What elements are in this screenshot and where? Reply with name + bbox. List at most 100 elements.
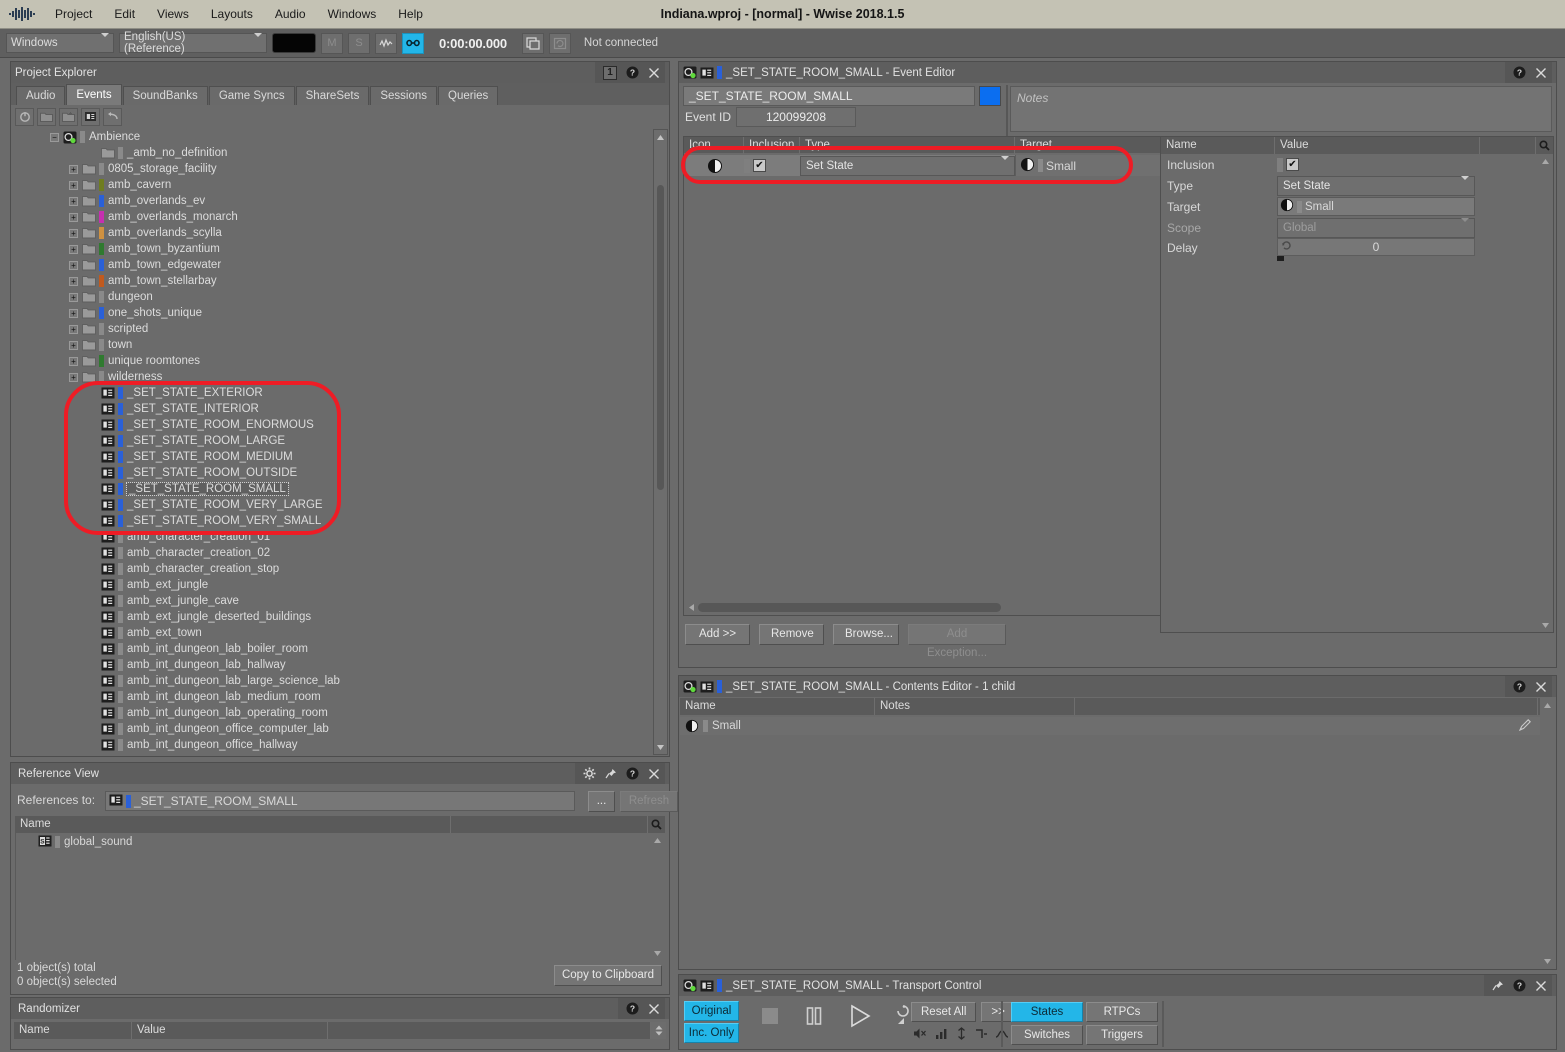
- scroll-down-icon[interactable]: [654, 740, 667, 754]
- tab-game-syncs[interactable]: Game Syncs: [208, 86, 295, 105]
- expand-icon[interactable]: +: [69, 244, 78, 254]
- tree-item[interactable]: + amb_town_edgewater: [12, 257, 652, 273]
- expand-icon[interactable]: +: [69, 212, 78, 222]
- volume-icon[interactable]: [935, 1027, 948, 1043]
- column-name[interactable]: Name: [680, 698, 875, 715]
- close-icon[interactable]: [648, 1003, 660, 1015]
- tree-item[interactable]: + amb_overlands_ev: [12, 193, 652, 209]
- menu-windows[interactable]: Windows: [317, 0, 388, 29]
- column-name[interactable]: Name: [14, 1022, 132, 1039]
- tree-item[interactable]: amb_ext_town: [12, 625, 652, 641]
- scrollbar-thumb[interactable]: [657, 185, 664, 490]
- help-icon[interactable]: ?: [626, 66, 639, 79]
- tree-item[interactable]: amb_ext_jungle_deserted_buildings: [12, 609, 652, 625]
- inclusion-checkbox[interactable]: ✔: [753, 159, 766, 172]
- scroll-up-icon[interactable]: [1540, 698, 1555, 712]
- help-icon[interactable]: ?: [626, 1002, 639, 1015]
- tree-item[interactable]: + wilderness: [12, 369, 652, 385]
- help-icon[interactable]: ?: [626, 767, 639, 780]
- new-event-icon[interactable]: [81, 107, 100, 126]
- hscrollbar-thumb[interactable]: [698, 603, 1001, 612]
- scroll-up-icon[interactable]: [654, 130, 667, 144]
- column-icon[interactable]: Icon: [684, 136, 744, 154]
- solo-button[interactable]: S: [348, 32, 370, 54]
- expand-icon[interactable]: +: [69, 292, 78, 302]
- pin-icon[interactable]: [1492, 980, 1504, 992]
- tree-item[interactable]: amb_int_dungeon_lab_large_science_lab: [12, 673, 652, 689]
- help-icon[interactable]: ?: [1513, 979, 1526, 992]
- mute-icon[interactable]: [913, 1027, 928, 1043]
- expand-icon[interactable]: +: [69, 372, 78, 382]
- tree-item[interactable]: amb_int_dungeon_lab_medium_room: [12, 689, 652, 705]
- action-type-dropdown[interactable]: Set State: [800, 155, 1015, 176]
- property-scrollbar[interactable]: [1538, 154, 1553, 632]
- project-explorer-badge[interactable]: 1: [603, 65, 617, 80]
- tab-queries[interactable]: Queries: [438, 86, 499, 105]
- tree-item[interactable]: amb_int_dungeon_lab_boiler_room: [12, 641, 652, 657]
- type-dropdown[interactable]: Set State: [1277, 175, 1475, 196]
- tree-item[interactable]: _SET_STATE_ROOM_ENORMOUS: [12, 417, 652, 433]
- property-row-type[interactable]: Type Set State: [1161, 175, 1553, 196]
- reset-all-button[interactable]: Reset All: [911, 1002, 977, 1022]
- expand-icon[interactable]: +: [69, 260, 78, 270]
- tree-item[interactable]: amb_character_creation_01: [12, 529, 652, 545]
- expand-icon[interactable]: +: [69, 356, 78, 366]
- menu-audio[interactable]: Audio: [264, 0, 317, 29]
- rtpcs-button[interactable]: RTPCs: [1086, 1002, 1158, 1022]
- play-icon[interactable]: [847, 1003, 873, 1032]
- expand-icon[interactable]: +: [69, 308, 78, 318]
- tree-item[interactable]: amb_int_dungeon_lab_hallway: [12, 657, 652, 673]
- tree-item[interactable]: _SET_STATE_EXTERIOR: [12, 385, 652, 401]
- tree-item[interactable]: + amb_town_byzantium: [12, 241, 652, 257]
- table-row[interactable]: Small: [680, 717, 1540, 735]
- tree-item[interactable]: +0805_storage_facility: [12, 161, 652, 177]
- sync-icon[interactable]: [548, 32, 571, 54]
- property-row-delay[interactable]: Delay 0: [1161, 238, 1553, 262]
- tree-item[interactable]: amb_character_creation_02: [12, 545, 652, 561]
- tree-item[interactable]: _SET_STATE_ROOM_LARGE: [12, 433, 652, 449]
- list-item[interactable]: S global_sound: [16, 833, 650, 851]
- tab-events[interactable]: Events: [66, 84, 122, 105]
- expand-icon[interactable]: +: [69, 340, 78, 350]
- property-row-target[interactable]: Target Small: [1161, 196, 1553, 217]
- expand-icon[interactable]: +: [69, 276, 78, 286]
- new-workunit-icon[interactable]: [59, 107, 78, 126]
- browse-references-button[interactable]: ...: [588, 791, 615, 812]
- tree-item[interactable]: + dungeon: [12, 289, 652, 305]
- tree-item[interactable]: _SET_STATE_ROOM_SMALL: [12, 481, 652, 497]
- triggers-button[interactable]: Triggers: [1086, 1025, 1158, 1045]
- tree-item[interactable]: amb_character_creation_stop: [12, 561, 652, 577]
- column-notes[interactable]: Notes: [875, 698, 1075, 715]
- tree-item[interactable]: _SET_STATE_ROOM_OUTSIDE: [12, 465, 652, 481]
- close-icon[interactable]: [1535, 681, 1547, 693]
- close-icon[interactable]: [1535, 67, 1547, 79]
- menu-project[interactable]: Project: [44, 0, 103, 29]
- scroll-left-icon[interactable]: [684, 603, 698, 612]
- lowpass-icon[interactable]: [955, 1027, 968, 1043]
- tree-item[interactable]: _SET_STATE_ROOM_VERY_SMALL: [12, 513, 652, 529]
- link-icon[interactable]: [402, 32, 424, 54]
- tree-item[interactable]: + one_shots_unique: [12, 305, 652, 321]
- column-name[interactable]: Name: [1161, 137, 1275, 154]
- inc-only-button[interactable]: Inc. Only: [684, 1023, 739, 1043]
- expand-icon[interactable]: +: [69, 164, 78, 174]
- column-type[interactable]: Type: [800, 136, 1015, 154]
- tree-item[interactable]: − Ambience: [12, 129, 652, 145]
- close-icon[interactable]: [1535, 980, 1547, 992]
- close-icon[interactable]: [648, 67, 660, 79]
- waveform-icon[interactable]: [375, 32, 397, 54]
- expand-icon[interactable]: +: [69, 228, 78, 238]
- menu-layouts[interactable]: Layouts: [200, 0, 264, 29]
- tree-item[interactable]: + amb_cavern: [12, 177, 652, 193]
- search-icon[interactable]: [648, 816, 665, 833]
- tree-item[interactable]: + unique roomtones: [12, 353, 652, 369]
- randomizer-icon[interactable]: [1281, 240, 1292, 254]
- tab-sessions[interactable]: Sessions: [370, 86, 438, 105]
- column-value[interactable]: Value: [1275, 137, 1480, 154]
- original-button[interactable]: Original: [684, 1001, 739, 1021]
- tree-item[interactable]: + amb_town_stellarbay: [12, 273, 652, 289]
- inclusion-cell[interactable]: ✔: [744, 158, 800, 173]
- tree-item[interactable]: _SET_STATE_INTERIOR: [12, 401, 652, 417]
- target-field[interactable]: Small: [1277, 197, 1475, 216]
- tab-sharesets[interactable]: ShareSets: [295, 86, 370, 105]
